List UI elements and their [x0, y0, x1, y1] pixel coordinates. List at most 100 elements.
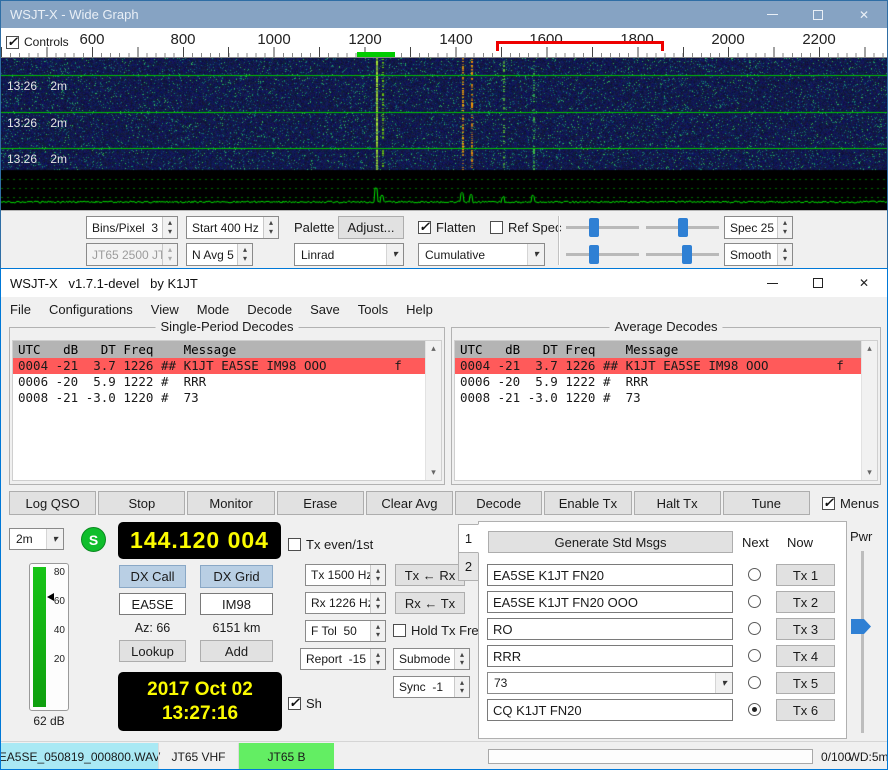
main-titlebar[interactable]: WSJT-X v1.7.1-devel by K1JT [1, 269, 887, 297]
n-avg-spin[interactable]: N Avg 5 [186, 243, 253, 266]
tx1-next-radio[interactable] [748, 568, 761, 581]
menu-file[interactable]: File [1, 297, 40, 322]
tx-from-rx-button[interactable]: Tx ← Rx [395, 564, 465, 586]
scrollbar[interactable] [861, 341, 877, 480]
tx2-message-field[interactable]: EA5SE K1JT FN20 OOO [487, 591, 733, 613]
tab-1[interactable]: 1 [458, 524, 479, 553]
decode-row[interactable]: 0004 -21 3.7 1226 ## K1JT EA5SE IM98 OOO… [455, 358, 861, 374]
menu-tools[interactable]: Tools [349, 297, 397, 322]
zero-slider[interactable] [646, 216, 719, 239]
waterfall[interactable]: 13:26 2m 13:26 2m 13:26 2m [1, 58, 887, 210]
tx6-now-button[interactable]: Tx 6 [776, 699, 835, 721]
minimize-button[interactable] [749, 1, 795, 28]
decode-row[interactable]: 0008 -21 -3.0 1220 # 73 [13, 390, 425, 406]
maximize-button[interactable] [795, 269, 841, 297]
decode-row[interactable]: 0004 -21 3.7 1226 ## K1JT EA5SE IM98 OOO… [13, 358, 425, 374]
tx1-now-button[interactable]: Tx 1 [776, 564, 835, 586]
maximize-button[interactable] [795, 1, 841, 28]
dx-grid-button[interactable]: DX Grid [200, 565, 273, 588]
smooth-spin[interactable]: Smooth 4 [724, 243, 793, 266]
ref-spec-checkbox[interactable]: Ref Spec [490, 220, 561, 235]
rx-freq-spin[interactable]: Rx 1226 Hz [305, 592, 386, 614]
lookup-button[interactable]: Lookup [119, 640, 186, 662]
tx4-now-button[interactable]: Tx 4 [776, 645, 835, 667]
tx6-message-field[interactable]: CQ K1JT FN20 [487, 699, 733, 721]
frequency-scale[interactable]: Controls 600 800 1000 1200 1400 1600 180… [1, 28, 887, 58]
flatten-checkbox[interactable]: Flatten [418, 220, 476, 235]
decode-row[interactable]: 0006 -20 5.9 1222 # RRR [455, 374, 861, 390]
chevron-down-icon[interactable] [46, 529, 63, 549]
tx6-next-radio[interactable] [748, 703, 761, 716]
chevron-down-icon[interactable] [715, 673, 732, 693]
zero2-slider[interactable] [646, 243, 719, 266]
tx3-next-radio[interactable] [748, 622, 761, 635]
monitor-button[interactable]: Monitor [187, 491, 274, 515]
minimize-button[interactable] [749, 269, 795, 297]
tx-freq-spin[interactable]: Tx 1500 Hz [305, 564, 386, 586]
spin-arrows-icon[interactable] [237, 244, 252, 265]
ftol-spin[interactable]: F Tol 50 [305, 620, 386, 642]
add-button[interactable]: Add [200, 640, 273, 662]
chevron-down-icon[interactable] [527, 244, 544, 265]
tx2-next-radio[interactable] [748, 595, 761, 608]
spin-arrows-icon[interactable] [263, 217, 278, 238]
pwr-slider[interactable] [861, 551, 864, 733]
clear-avg-button[interactable]: Clear Avg [366, 491, 453, 515]
spin-arrows-icon[interactable] [162, 217, 177, 238]
menus-checkbox[interactable]: Menus [822, 491, 879, 515]
chevron-down-icon[interactable] [386, 244, 403, 265]
spin-arrows-icon[interactable] [454, 649, 469, 669]
wide-graph-titlebar[interactable]: WSJT-X - Wide Graph [1, 1, 887, 28]
spin-arrows-icon[interactable] [777, 244, 792, 265]
decode-row[interactable]: 0008 -21 -3.0 1220 # 73 [455, 390, 861, 406]
sync-spin[interactable]: Sync -1 [393, 676, 470, 698]
enable-tx-button[interactable]: Enable Tx [544, 491, 631, 515]
erase-button[interactable]: Erase [277, 491, 364, 515]
gain-slider[interactable] [566, 216, 639, 239]
tx-even-checkbox[interactable]: Tx even/1st [288, 537, 373, 552]
menu-help[interactable]: Help [397, 297, 442, 322]
log-qso-button[interactable]: Log QSO [9, 491, 96, 515]
tx5-next-radio[interactable] [748, 676, 761, 689]
menu-save[interactable]: Save [301, 297, 349, 322]
slider-handle[interactable] [589, 218, 599, 237]
spin-arrows-icon[interactable] [454, 677, 469, 697]
dx-call-button[interactable]: DX Call [119, 565, 186, 588]
halt-tx-button[interactable]: Halt Tx [634, 491, 721, 515]
tune-button[interactable]: Tune [723, 491, 810, 515]
tx5-now-button[interactable]: Tx 5 [776, 672, 835, 694]
gain2-slider[interactable] [566, 243, 639, 266]
adjust-palette-button[interactable]: Adjust... [338, 216, 404, 239]
palette-combo[interactable]: Linrad [294, 243, 404, 266]
slider-handle[interactable] [682, 245, 692, 264]
spin-arrows-icon[interactable] [370, 621, 385, 641]
tx2-now-button[interactable]: Tx 2 [776, 591, 835, 613]
decode-button[interactable]: Decode [455, 491, 542, 515]
generate-std-msgs-button[interactable]: Generate Std Msgs [488, 531, 733, 553]
spin-arrows-icon[interactable] [370, 593, 385, 613]
tx1-message-field[interactable]: EA5SE K1JT FN20 [487, 564, 733, 586]
bins-per-pixel-spin[interactable]: Bins/Pixel 3 [86, 216, 178, 239]
tx4-next-radio[interactable] [748, 649, 761, 662]
tab-2[interactable]: 2 [458, 552, 479, 581]
close-button[interactable] [841, 269, 887, 297]
hold-tx-freq-checkbox[interactable]: Hold Tx Freq [393, 623, 486, 638]
waterfall-canvas[interactable] [1, 58, 888, 210]
pwr-slider-handle[interactable] [851, 619, 871, 634]
slider-handle[interactable] [678, 218, 688, 237]
dx-call-field[interactable]: EA5SE [119, 593, 186, 615]
close-button[interactable] [841, 1, 887, 28]
spin-arrows-icon[interactable] [370, 565, 385, 585]
start-freq-spin[interactable]: Start 400 Hz [186, 216, 279, 239]
tx3-now-button[interactable]: Tx 3 [776, 618, 835, 640]
tx4-message-field[interactable]: RRR [487, 645, 733, 667]
scrollbar[interactable] [425, 341, 441, 480]
report-spin[interactable]: Report -15 [300, 648, 386, 670]
tx5-message-combo[interactable]: 73 [487, 672, 733, 694]
spectrum-display-combo[interactable]: Cumulative [418, 243, 545, 266]
tx3-message-field[interactable]: RO [487, 618, 733, 640]
menu-configurations[interactable]: Configurations [40, 297, 142, 322]
sh-checkbox[interactable]: Sh [288, 696, 322, 711]
submode-spin[interactable]: Submode B [393, 648, 470, 670]
decode-row[interactable]: 0006 -20 5.9 1222 # RRR [13, 374, 425, 390]
